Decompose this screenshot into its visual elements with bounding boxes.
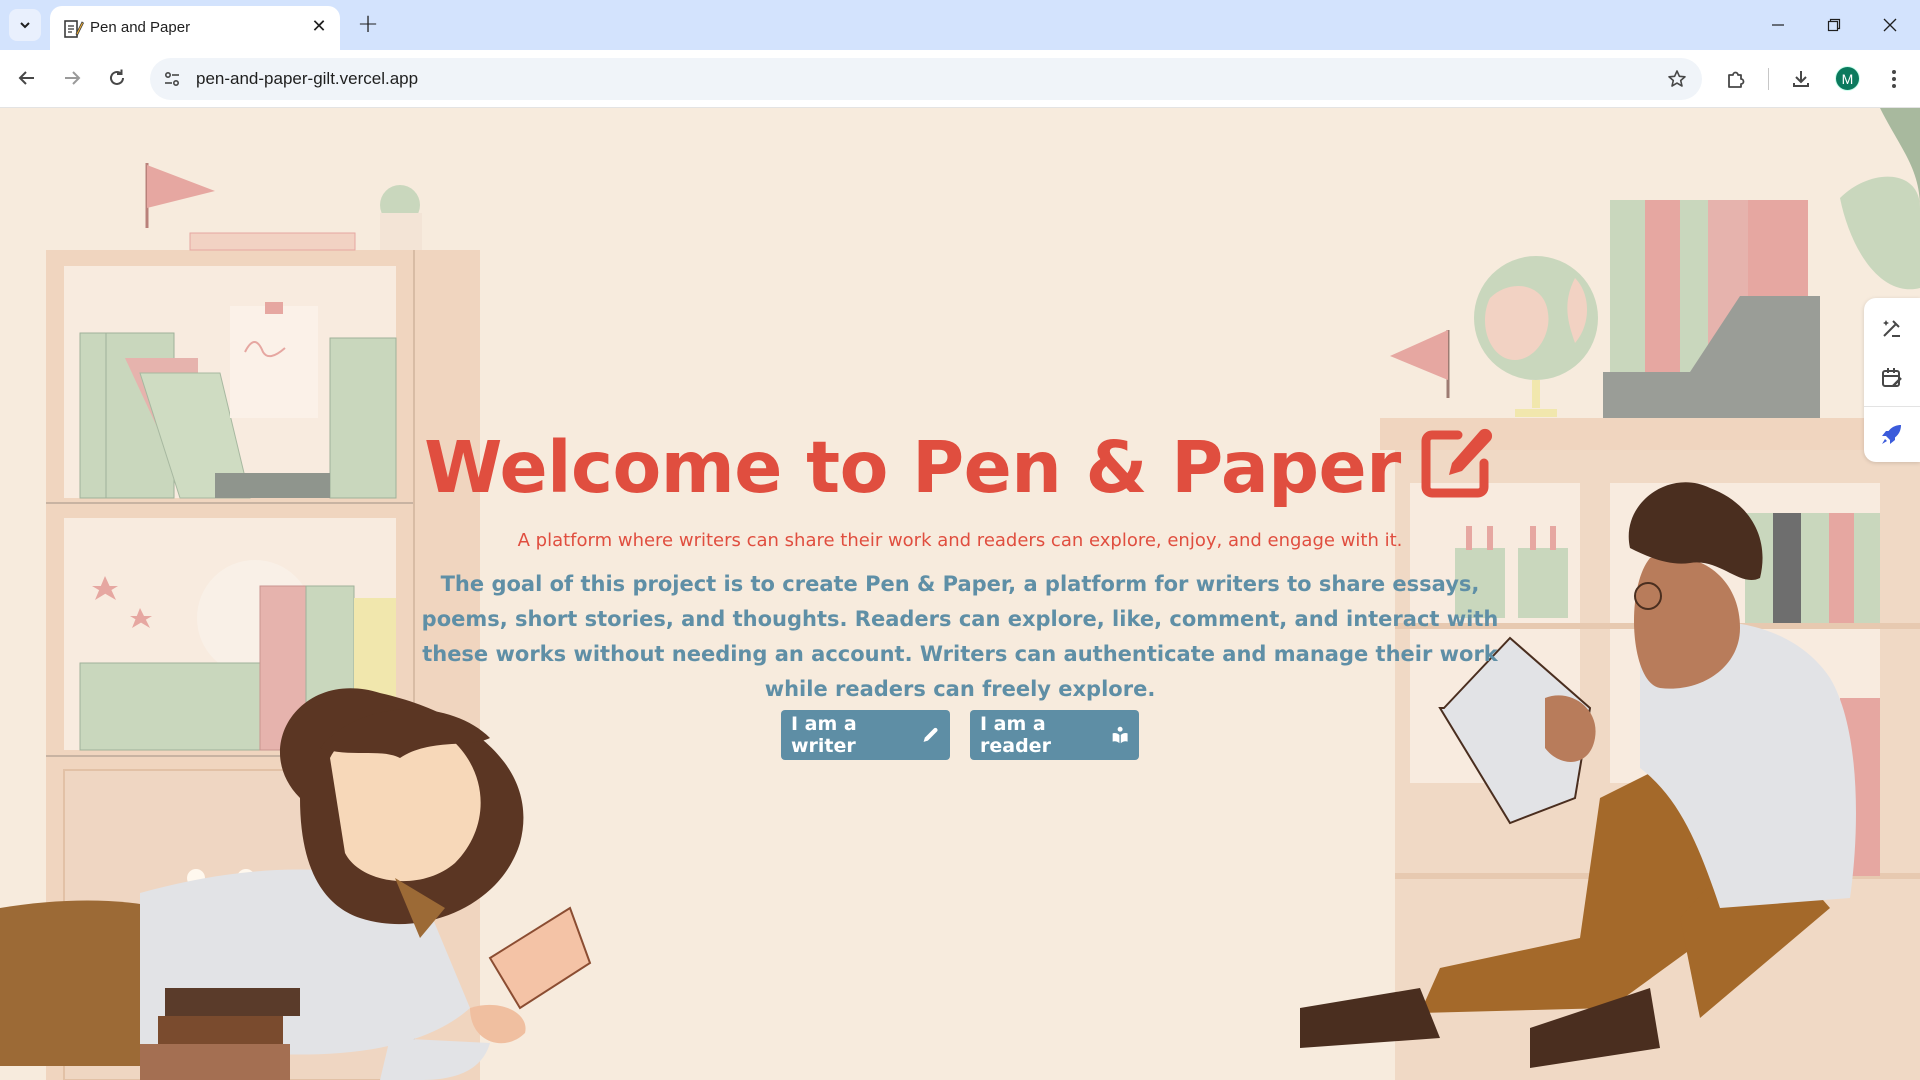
restore-icon bbox=[1827, 18, 1841, 32]
close-icon bbox=[1883, 18, 1897, 32]
magic-pen-button[interactable] bbox=[1874, 310, 1910, 346]
close-tab-icon[interactable]: ✕ bbox=[308, 16, 330, 38]
close-window-button[interactable] bbox=[1862, 0, 1918, 50]
magic-pen-icon bbox=[1883, 320, 1900, 337]
back-button[interactable] bbox=[9, 60, 45, 96]
writer-button-label: I am a writer bbox=[791, 713, 857, 757]
extensions-button[interactable] bbox=[1718, 61, 1754, 97]
tab-title: Pen and Paper bbox=[90, 19, 191, 36]
menu-button[interactable] bbox=[1876, 61, 1912, 97]
forward-button[interactable] bbox=[54, 60, 90, 96]
calendar-edit-button[interactable] bbox=[1874, 360, 1910, 396]
pen-to-square-icon bbox=[1421, 428, 1492, 497]
launch-button[interactable] bbox=[1874, 416, 1910, 452]
reader-button[interactable]: I am a reader bbox=[970, 710, 1139, 760]
new-tab-button[interactable]: + bbox=[352, 9, 384, 41]
toolbar-divider bbox=[1768, 68, 1769, 90]
back-arrow-icon bbox=[18, 71, 34, 85]
tab-search-button[interactable] bbox=[9, 9, 41, 41]
restore-button[interactable] bbox=[1806, 0, 1862, 50]
tab-strip: Pen and Paper ✕ + bbox=[0, 0, 1920, 50]
page-viewport: Welcome to Pen & Paper A platform where … bbox=[0, 108, 1920, 1080]
tagline: A platform where writers can share their… bbox=[517, 530, 1403, 551]
bookmark-star-icon[interactable] bbox=[1664, 66, 1690, 92]
side-panel-divider bbox=[1864, 406, 1920, 407]
address-bar[interactable]: pen-and-paper-gilt.vercel.app bbox=[150, 58, 1702, 100]
rocket-icon bbox=[1882, 425, 1901, 444]
reload-button[interactable] bbox=[99, 60, 135, 96]
chevron-down-icon bbox=[20, 22, 30, 29]
browser-toolbar: pen-and-paper-gilt.vercel.app M bbox=[0, 50, 1920, 108]
writer-button[interactable]: I am a writer bbox=[781, 710, 950, 760]
active-tab[interactable]: Pen and Paper ✕ bbox=[50, 6, 340, 50]
site-settings-icon[interactable] bbox=[160, 67, 184, 91]
calendar-edit-icon bbox=[1882, 368, 1902, 387]
reload-icon bbox=[110, 69, 124, 85]
hero-heading: Welcome to Pen & Paper bbox=[0, 426, 1920, 509]
book-reader-icon bbox=[1112, 726, 1128, 744]
url-text[interactable]: pen-and-paper-gilt.vercel.app bbox=[196, 69, 418, 89]
forward-arrow-icon bbox=[65, 71, 81, 85]
minimize-button[interactable] bbox=[1750, 0, 1806, 50]
project-description: The goal of this project is to create Pe… bbox=[421, 572, 1499, 701]
download-icon bbox=[1793, 71, 1809, 87]
reader-button-label: I am a reader bbox=[980, 713, 1051, 757]
side-tools-panel bbox=[1864, 298, 1920, 462]
kebab-menu-icon bbox=[1892, 70, 1896, 88]
pencil-icon bbox=[923, 727, 938, 742]
favicon-icon bbox=[64, 20, 84, 38]
downloads-button[interactable] bbox=[1783, 61, 1819, 97]
minimize-icon bbox=[1772, 24, 1784, 26]
profile-avatar[interactable]: M bbox=[1835, 66, 1860, 91]
page-title: Welcome to Pen & Paper bbox=[424, 426, 1401, 509]
puzzle-icon bbox=[1728, 71, 1745, 88]
